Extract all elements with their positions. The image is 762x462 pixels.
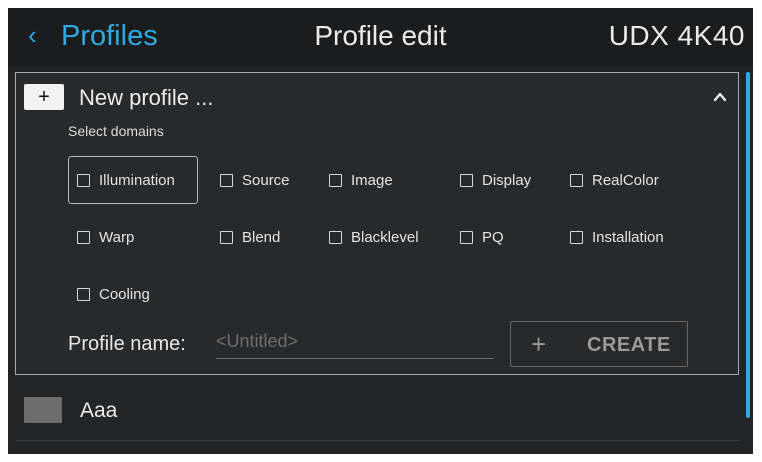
- domain-label: RealColor: [592, 171, 659, 189]
- divider: [15, 440, 739, 441]
- profile-color-swatch: [24, 397, 62, 423]
- domain-label: Cooling: [99, 285, 150, 303]
- domain-label: Warp: [99, 228, 135, 246]
- checkbox-icon: [220, 230, 233, 244]
- domain-label: Display: [482, 171, 532, 189]
- checkbox-icon: [460, 230, 473, 244]
- checkbox-icon: [460, 173, 473, 187]
- checkbox-icon: [329, 173, 342, 187]
- domain-label: Source: [242, 171, 290, 189]
- domain-label: PQ: [482, 228, 504, 246]
- domain-label: Blend: [242, 228, 281, 246]
- domain-checkbox-source[interactable]: Source: [220, 156, 290, 204]
- profile-list-item[interactable]: Aaa: [15, 389, 739, 435]
- checkbox-icon: [77, 173, 90, 187]
- profile-name-label: Profile name:: [68, 333, 186, 355]
- checkbox-icon: [77, 287, 90, 301]
- checkbox-icon: [77, 230, 90, 244]
- new-profile-panel: + New profile ... Select domains Illumin…: [15, 72, 739, 375]
- domain-checkbox-display[interactable]: Display: [460, 156, 531, 204]
- device-name: UDX 4K40: [608, 20, 745, 51]
- domain-label: Installation: [592, 228, 664, 246]
- domain-label: Image: [351, 171, 393, 189]
- profile-name-input[interactable]: [216, 325, 494, 359]
- domain-checkbox-installation[interactable]: Installation: [570, 213, 664, 261]
- domain-checkbox-illumination[interactable]: Illumination: [68, 156, 198, 204]
- domain-checkbox-cooling[interactable]: Cooling: [77, 270, 150, 318]
- create-button-label: CREATE: [587, 334, 671, 356]
- chevron-up-icon[interactable]: [712, 89, 728, 105]
- new-profile-title[interactable]: New profile ...: [79, 84, 214, 112]
- domain-checkbox-blacklevel[interactable]: Blacklevel: [329, 213, 419, 261]
- checkbox-icon: [220, 173, 233, 187]
- header-bar: ‹ Profiles Profile edit UDX 4K40: [8, 8, 753, 66]
- plus-icon[interactable]: +: [24, 84, 64, 110]
- domain-checkbox-pq[interactable]: PQ: [460, 213, 504, 261]
- domain-checkbox-image[interactable]: Image: [329, 156, 393, 204]
- checkbox-icon: [570, 173, 583, 187]
- profile-edit-screen: ‹ Profiles Profile edit UDX 4K40 + New p…: [8, 8, 753, 454]
- create-button[interactable]: + CREATE: [510, 321, 688, 367]
- domain-checkbox-warp[interactable]: Warp: [77, 213, 134, 261]
- select-domains-label: Select domains: [68, 123, 164, 139]
- domain-checkbox-realcolor[interactable]: RealColor: [570, 156, 659, 204]
- checkbox-icon: [570, 230, 583, 244]
- profile-list-item-label: Aaa: [80, 399, 118, 422]
- plus-icon: +: [531, 329, 547, 359]
- domain-label: Blacklevel: [351, 228, 419, 246]
- checkbox-icon: [329, 230, 342, 244]
- domain-checkbox-blend[interactable]: Blend: [220, 213, 280, 261]
- scrollbar[interactable]: [746, 72, 750, 418]
- domain-label: Illumination: [99, 171, 175, 189]
